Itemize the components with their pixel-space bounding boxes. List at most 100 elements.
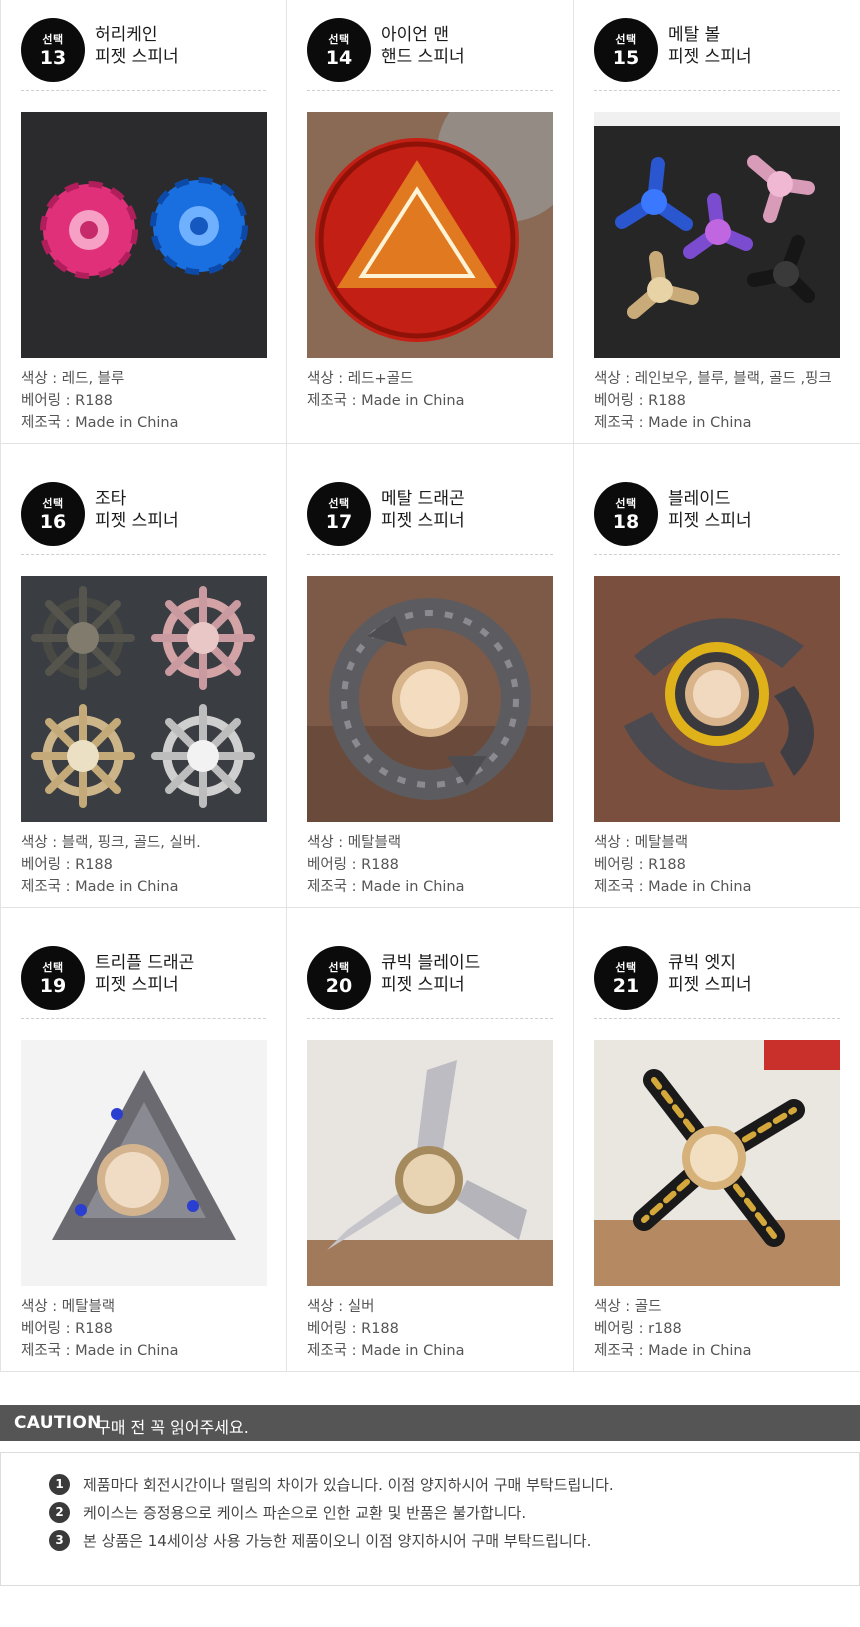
caution-bar: CAUTION 구매 전 꼭 읽어주세요. [0, 1405, 860, 1441]
product-origin: 제조국 : Made in China [307, 393, 465, 409]
product-card[interactable]: 선택 17 메탈 드래곤 피젯 스피너 색상: 메탈블랙 베어링: R188… [287, 444, 574, 908]
product-origin: 제조국 : Made in China [21, 1343, 179, 1359]
product-name-line2: 피젯 스피너 [668, 511, 752, 531]
product-bearing: 베어링 : R188 [594, 393, 686, 409]
product-image[interactable] [307, 1040, 553, 1286]
product-origin: 제조국 : Made in China [21, 879, 179, 895]
product-bearing: 베어링 : R188 [21, 1321, 113, 1337]
product-color: 색상 : 블랙, 핑크, 골드, 실버. [21, 835, 201, 851]
product-card[interactable]: 선택 19 트리플 드래곤 피젯 스피너 색상: 메탈블랙 베어링: R18… [0, 908, 287, 1372]
selection-badge: 선택 13 [21, 18, 85, 82]
product-image[interactable] [307, 112, 553, 358]
product-name-line1: 큐빅 블레이드 [381, 953, 481, 973]
product-bearing: 베어링 : r188 [594, 1321, 682, 1337]
badge-label: 선택 [615, 497, 637, 510]
product-info: 색상 : 메탈블랙 베어링 : R188 제조국 : Made in China [21, 1296, 179, 1362]
product-name-line1: 허리케인 [95, 25, 158, 45]
product-card[interactable]: 선택 14 아이언 맨 핸드 스피너 색상 : 레드+골드 제조국: Made… [287, 0, 574, 444]
product-name: 큐빅 블레이드 피젯 스피너 [381, 952, 480, 996]
product-image[interactable] [594, 112, 840, 358]
product-color: 색상 : 메탈블랙 [594, 835, 689, 851]
product-bearing: 베어링 : R188 [307, 1321, 399, 1337]
divider [594, 1018, 840, 1019]
product-image[interactable] [307, 576, 553, 822]
product-origin: 제조국 : Made in China [307, 1343, 465, 1359]
product-name-line2: 피젯 스피너 [381, 511, 465, 531]
badge-number: 19 [39, 975, 67, 997]
product-name: 메탈 드래곤 피젯 스피너 [381, 488, 465, 532]
product-image[interactable] [21, 1040, 267, 1286]
product-color: 색상 : 레드+골드 [307, 371, 414, 387]
divider [594, 554, 840, 555]
product-origin: 제조국 : Made in China [307, 879, 465, 895]
product-info: 색상 : 실버 베어링 : R188 제조국 : Made in China [307, 1296, 465, 1362]
badge-label: 선택 [615, 961, 637, 974]
product-name: 메탈 볼 피젯 스피너 [668, 24, 752, 68]
product-origin: 제조국 : Made in China [594, 879, 752, 895]
product-info: 색상 : 레드+골드 제조국 : Made in China [307, 368, 465, 412]
product-color: 색상 : 실버 [307, 1299, 375, 1315]
product-image[interactable] [21, 112, 267, 358]
product-card[interactable]: 선택 21 큐빅 엣지 피젯 스피너 색상: 골드 베어링: r188 제조… [574, 908, 860, 1372]
product-name: 허리케인 피젯 스피너 [95, 24, 179, 68]
product-name-line2: 핸드 스피너 [381, 47, 465, 67]
product-info: 색상 : 블랙, 핑크, 골드, 실버. 베어링 : R188 제조국 : Ma… [21, 832, 201, 898]
product-name-line1: 큐빅 엣지 [668, 953, 736, 973]
badge-label: 선택 [328, 497, 350, 510]
product-image[interactable] [594, 576, 840, 822]
note-text: 케이스는 증정용으로 케이스 파손으로 인한 교환 및 반품은 불가합니다. [83, 1504, 527, 1522]
divider [594, 90, 840, 91]
product-info: 색상 : 메탈블랙 베어링 : R188 제조국 : Made in China [307, 832, 465, 898]
product-card[interactable]: 선택 16 조타 피젯 스피너 색상: 블랙, 핑크, 골드, 실버. 베어링… [0, 444, 287, 908]
product-card[interactable]: 선택 18 블레이드 피젯 스피너 색상: 메탈블랙 베어링: R188 제… [574, 444, 860, 908]
product-info: 색상 : 레인보우, 블루, 블랙, 골드 ,핑크 베어링 : R188 제조국… [594, 368, 832, 434]
divider [21, 1018, 266, 1019]
badge-label: 선택 [615, 33, 637, 46]
divider [21, 554, 266, 555]
product-image[interactable] [21, 576, 267, 822]
badge-number: 16 [39, 511, 67, 533]
product-color: 색상 : 골드 [594, 1299, 662, 1315]
badge-number: 13 [39, 47, 67, 69]
product-origin: 제조국 : Made in China [594, 415, 752, 431]
badge-label: 선택 [42, 497, 64, 510]
product-name-line1: 트리플 드래곤 [95, 953, 195, 973]
product-image[interactable] [594, 1040, 840, 1286]
badge-number: 20 [325, 975, 353, 997]
badge-label: 선택 [42, 33, 64, 46]
product-card[interactable]: 선택 20 큐빅 블레이드 피젯 스피너 색상: 실버 베어링: R188 … [287, 908, 574, 1372]
product-name-line1: 메탈 볼 [668, 25, 721, 45]
caution-text: 구매 전 꼭 읽어주세요. [96, 1418, 249, 1437]
note-number-badge: 3 [49, 1530, 70, 1551]
product-name-line2: 피젯 스피너 [95, 975, 179, 995]
product-row: 선택 16 조타 피젯 스피너 색상: 블랙, 핑크, 골드, 실버. 베어링… [0, 444, 860, 908]
badge-label: 선택 [42, 961, 64, 974]
badge-number: 15 [612, 47, 640, 69]
badge-number: 17 [325, 511, 353, 533]
caution-keyword: CAUTION [14, 1413, 102, 1433]
product-info: 색상 : 레드, 블루 베어링 : R188 제조국 : Made in Chi… [21, 368, 179, 434]
product-name: 트리플 드래곤 피젯 스피너 [95, 952, 194, 996]
note-number-badge: 1 [49, 1474, 70, 1495]
product-card[interactable]: 선택 15 메탈 볼 피젯 스피너 색상: 레인보우, 블루, 블랙, 골드 … [574, 0, 860, 444]
product-name-line2: 피젯 스피너 [95, 47, 179, 67]
caution-notes: 1 제품마다 회전시간이나 떨림의 차이가 있습니다. 이점 양지하시어 구매 … [0, 1452, 860, 1586]
badge-number: 21 [612, 975, 640, 997]
product-info: 색상 : 골드 베어링 : r188 제조국 : Made in China [594, 1296, 752, 1362]
product-name-line2: 피젯 스피너 [668, 47, 752, 67]
divider [21, 90, 266, 91]
selection-badge: 선택 18 [594, 482, 658, 546]
product-name-line2: 피젯 스피너 [668, 975, 752, 995]
selection-badge: 선택 17 [307, 482, 371, 546]
product-bearing: 베어링 : R188 [307, 857, 399, 873]
divider [307, 554, 553, 555]
note-text: 본 상품은 14세이상 사용 가능한 제품이오니 이점 양지하시어 구매 부탁드… [83, 1532, 592, 1550]
badge-number: 18 [612, 511, 640, 533]
selection-badge: 선택 16 [21, 482, 85, 546]
product-bearing: 베어링 : R188 [594, 857, 686, 873]
note-text: 제품마다 회전시간이나 떨림의 차이가 있습니다. 이점 양지하시어 구매 부탁… [83, 1476, 614, 1494]
product-card[interactable]: 선택 13 허리케인 피젯 스피너 색상: 레드, 블루 베어링: R188… [0, 0, 287, 444]
product-name-line1: 아이언 맨 [381, 25, 449, 45]
selection-badge: 선택 19 [21, 946, 85, 1010]
product-color: 색상 : 메탈블랙 [21, 1299, 116, 1315]
